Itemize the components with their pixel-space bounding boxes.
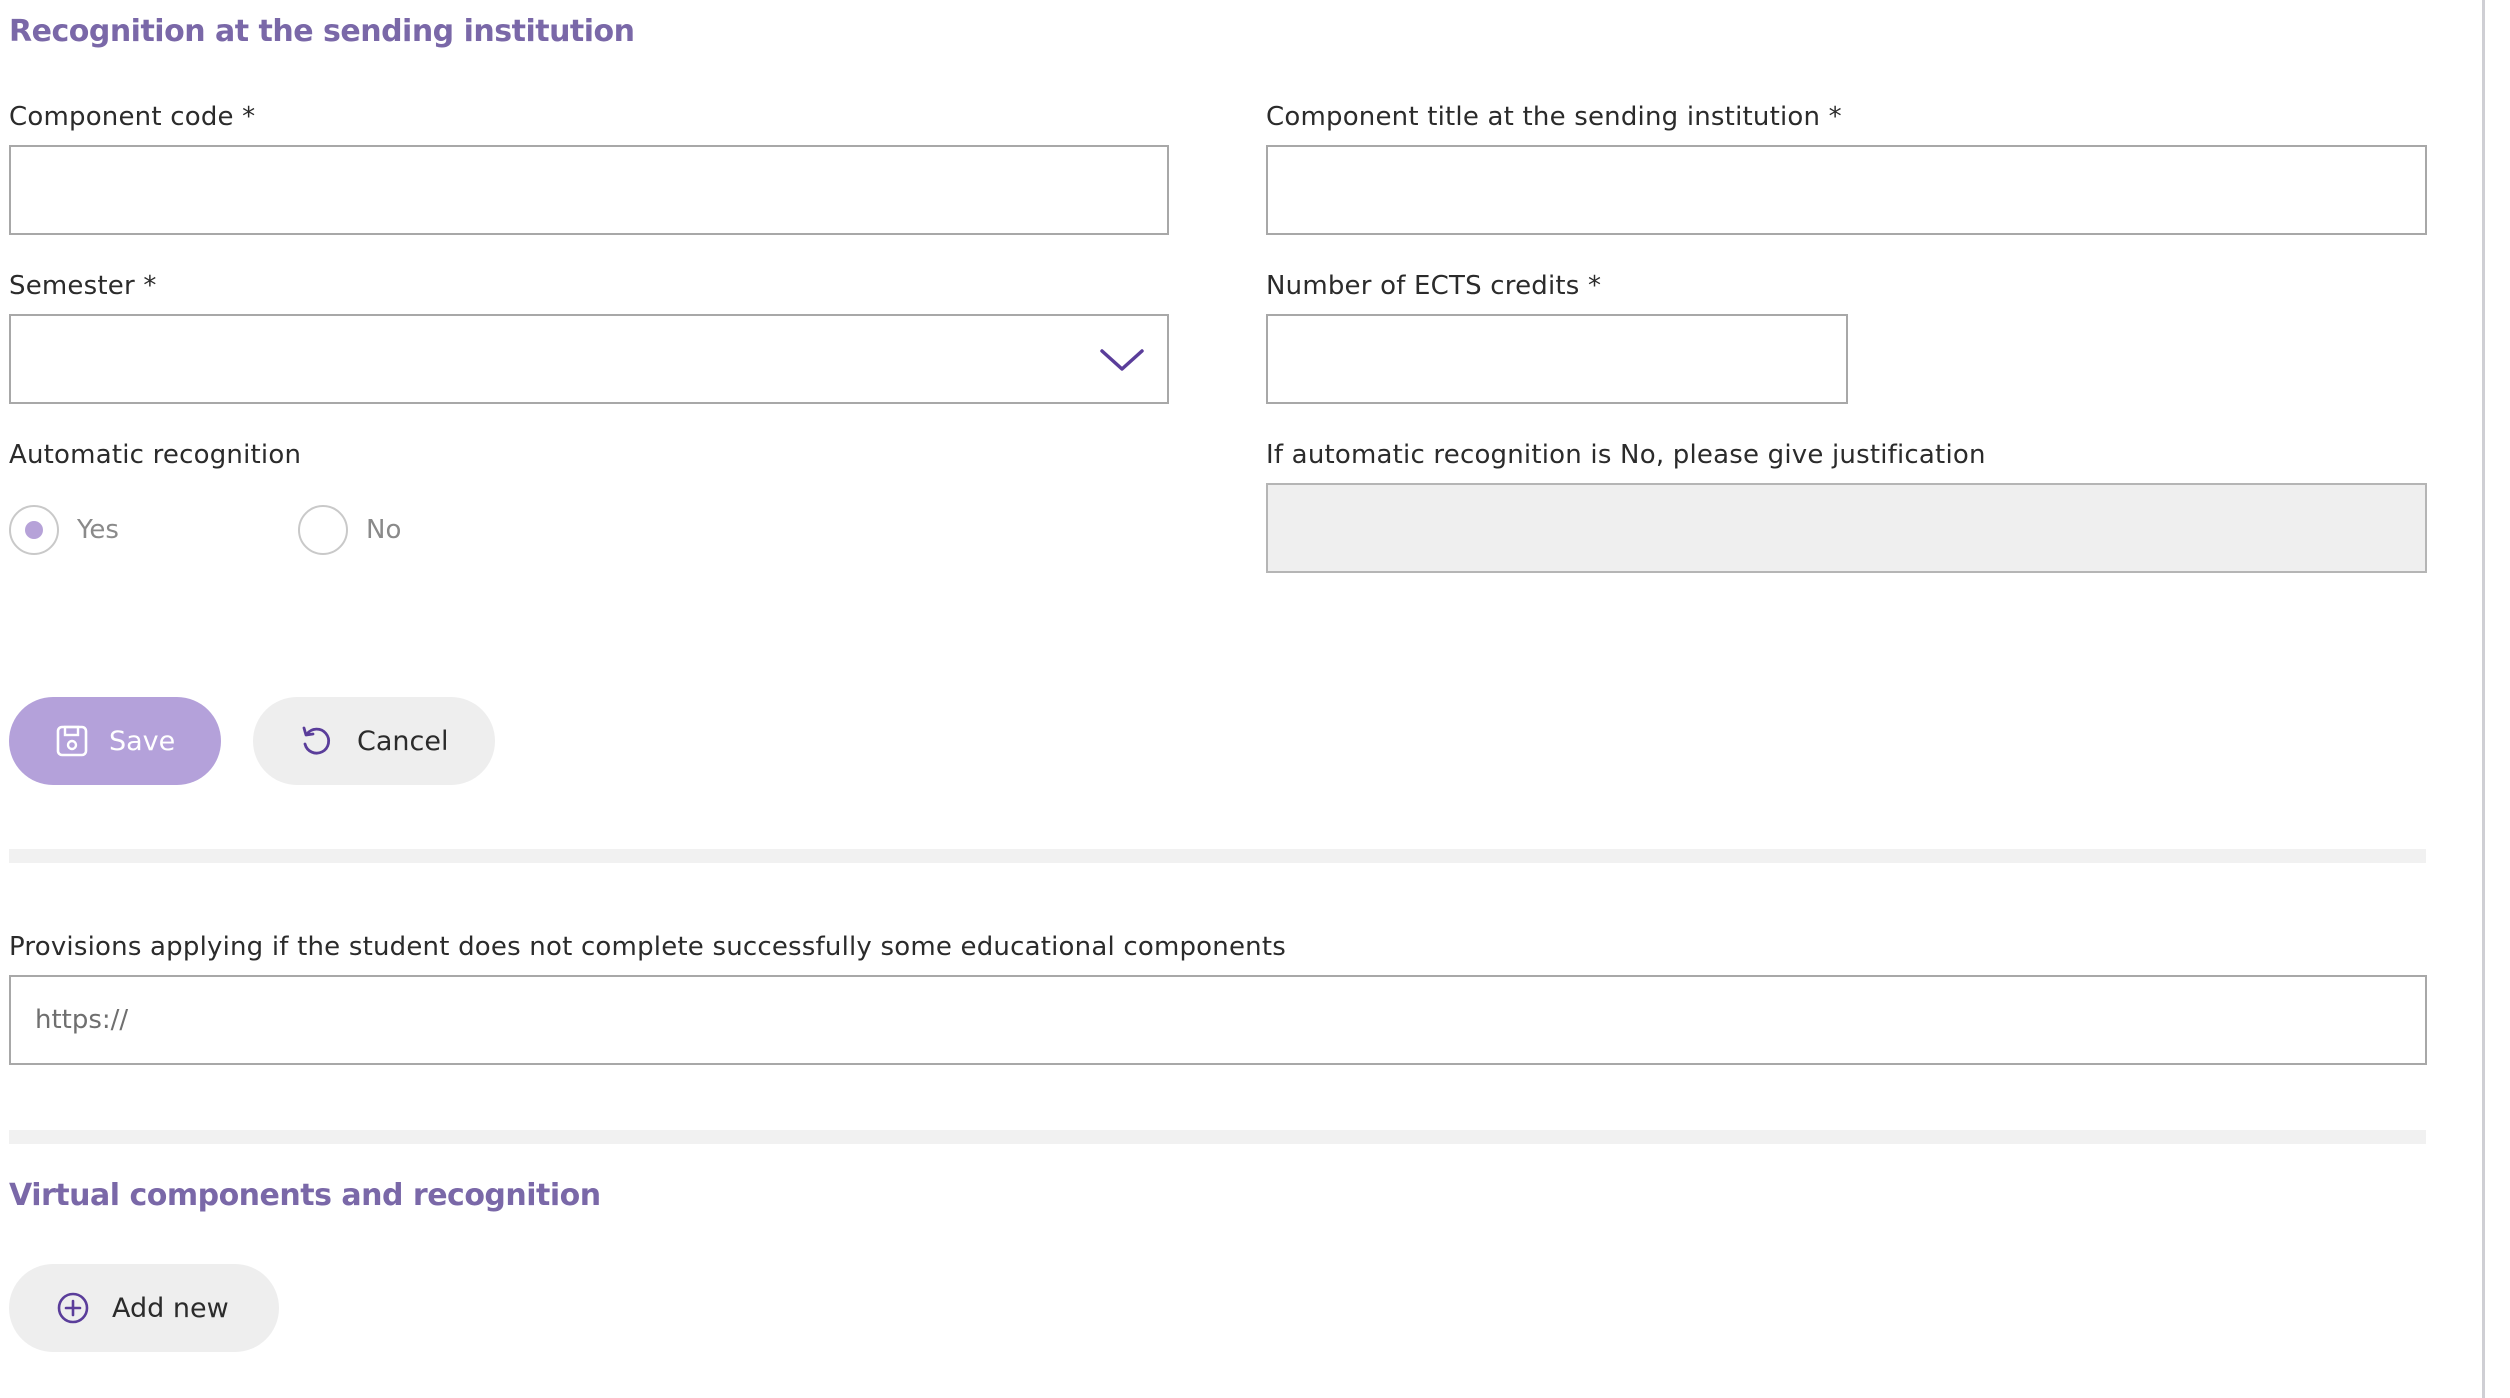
add-new-button[interactable]: Add new — [9, 1264, 279, 1352]
radio-label-no: No — [366, 515, 402, 545]
radio-label-yes: Yes — [77, 515, 119, 545]
provisions-label: Provisions applying if the student does … — [9, 932, 1286, 962]
radio-button-no[interactable] — [298, 505, 348, 555]
justification-label: If automatic recognition is No, please g… — [1266, 440, 1986, 470]
provisions-url-input[interactable] — [9, 975, 2427, 1065]
section-divider — [9, 1130, 2426, 1144]
plus-circle-icon — [57, 1292, 89, 1324]
justification-input — [1266, 483, 2427, 573]
section-divider — [9, 849, 2426, 863]
section-title-recognition: Recognition at the sending institution — [9, 14, 635, 49]
section-title-virtual-components: Virtual components and recognition — [9, 1178, 601, 1213]
semester-label: Semester * — [9, 271, 157, 301]
radio-button-yes[interactable] — [9, 505, 59, 555]
save-button[interactable]: Save — [9, 697, 221, 785]
radio-option-no[interactable]: No — [298, 503, 401, 557]
component-code-input[interactable] — [9, 145, 1169, 235]
save-button-label: Save — [109, 725, 176, 757]
form-page: Recognition at the sending institution C… — [0, 0, 2510, 1398]
ects-credits-label: Number of ECTS credits * — [1266, 271, 1602, 301]
automatic-recognition-label: Automatic recognition — [9, 440, 302, 470]
component-code-label: Component code * — [9, 102, 256, 132]
ects-credits-input[interactable] — [1266, 314, 1848, 404]
component-title-input[interactable] — [1266, 145, 2427, 235]
cancel-button[interactable]: Cancel — [253, 697, 495, 785]
cancel-button-label: Cancel — [357, 725, 449, 757]
component-title-label: Component title at the sending instituti… — [1266, 102, 1842, 132]
add-new-button-label: Add new — [112, 1292, 229, 1324]
semester-select[interactable] — [9, 314, 1169, 404]
save-icon — [56, 725, 88, 757]
chevron-down-icon — [1100, 349, 1144, 371]
radio-selected-dot — [25, 521, 43, 539]
undo-icon — [302, 726, 331, 755]
scrollbar-track[interactable] — [2482, 0, 2485, 1398]
radio-option-yes[interactable]: Yes — [9, 503, 119, 557]
